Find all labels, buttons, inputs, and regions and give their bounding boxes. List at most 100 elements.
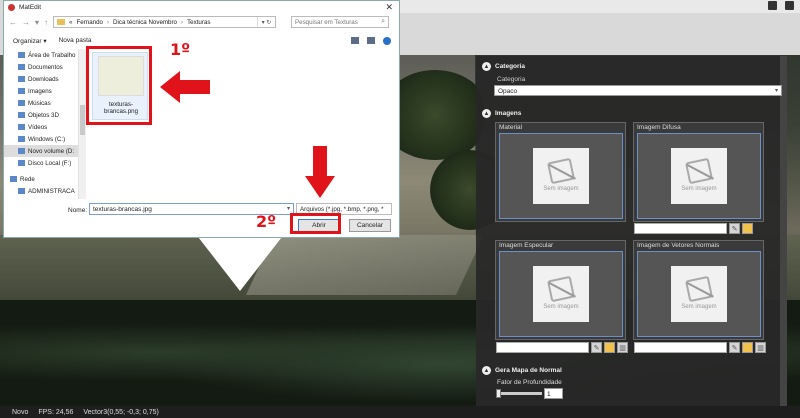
sidebar-item-images[interactable]: Imagens <box>4 85 78 97</box>
search-icon: ⌕ <box>381 18 385 25</box>
forward-arrow-icon[interactable]: → <box>22 18 30 27</box>
file-type-value: Arquivos (*.jpg, *.bmp, *.png, * <box>300 206 384 213</box>
normais-tools: ✎ ▥ <box>634 342 766 353</box>
cancel-button[interactable]: Cancelar <box>349 219 391 232</box>
step-2-label: 2º <box>256 212 277 231</box>
chevron-down-icon[interactable]: ▾ <box>35 18 39 27</box>
scroll-thumb[interactable] <box>80 105 85 135</box>
collapse-icon[interactable]: ▲ <box>482 366 491 375</box>
section-imagens[interactable]: ▲ Imagens <box>482 109 521 118</box>
close-icon[interactable]: ✕ <box>385 2 393 13</box>
app-icon <box>8 3 15 11</box>
step-1-label: 1º <box>170 40 191 59</box>
sidebar-item-desktop[interactable]: Área de Trabalho <box>4 49 78 61</box>
image-slot[interactable]: Sem imagem <box>637 251 761 337</box>
breadcrumb-item[interactable]: « <box>69 19 72 26</box>
trash-icon[interactable]: ▥ <box>755 342 766 353</box>
section-categoria[interactable]: ▲ Categoria <box>482 62 525 71</box>
breadcrumb-item[interactable]: Texturas <box>187 19 210 26</box>
save-icon[interactable] <box>768 1 777 10</box>
sidebar-item-computer[interactable]: ADMINISTRACA <box>4 185 78 197</box>
highlight-box-open <box>290 213 341 234</box>
sidebar-item-label: Músicas <box>28 99 51 107</box>
sidebar-item-label: Área de Trabalho <box>28 51 76 59</box>
image-path-field[interactable] <box>634 342 727 353</box>
breadcrumb-item[interactable]: Fernando <box>76 19 103 26</box>
sidebar-item-label: Windows (C:) <box>28 135 66 143</box>
depth-factor-value[interactable]: 1 <box>544 388 563 399</box>
arrow-left-icon <box>160 71 210 103</box>
section-title: Categoria <box>495 63 525 70</box>
image-slot[interactable]: Sem imagem <box>637 133 761 219</box>
cube-icon <box>18 112 25 118</box>
folder-icon[interactable] <box>742 342 753 353</box>
section-normal-map[interactable]: ▲ Gera Mapa de Normal <box>482 366 562 375</box>
chevron-right-icon: › <box>106 18 110 26</box>
no-image-icon <box>546 157 576 185</box>
sidebar-item-label: ADMINISTRACA <box>28 187 75 195</box>
trash-icon[interactable]: ▥ <box>617 342 628 353</box>
music-icon <box>18 100 25 106</box>
back-arrow-icon[interactable]: ← <box>9 18 17 27</box>
image-box-material: Material Sem imagem <box>495 122 626 222</box>
panel-scrollbar[interactable] <box>780 56 787 406</box>
pick-icon[interactable]: ✎ <box>591 342 602 353</box>
image-path-field[interactable] <box>496 342 589 353</box>
dialog-title: MatEdit <box>19 3 42 11</box>
navigation-pane: Área de Trabalho Documentos Downloads Im… <box>4 49 78 199</box>
no-image-text: Sem imagem <box>543 304 579 310</box>
computer-icon <box>18 188 25 194</box>
sidebar-item-3d-objects[interactable]: Objetos 3D <box>4 109 78 121</box>
image-slot[interactable]: Sem imagem <box>499 251 623 337</box>
image-path-field[interactable] <box>634 223 727 234</box>
sidebar-item-label: Objetos 3D <box>28 111 59 119</box>
folder-icon <box>57 19 66 25</box>
sidebar-item-drive-d[interactable]: Novo volume (D: <box>4 145 78 157</box>
slider-thumb[interactable] <box>496 389 501 398</box>
image-slot[interactable]: Sem imagem <box>499 133 623 219</box>
drive-icon <box>18 136 25 142</box>
breadcrumb-item[interactable]: Dica técnica Novembro <box>113 19 177 26</box>
address-bar[interactable]: « Fernando › Dica técnica Novembro › Tex… <box>53 16 277 28</box>
image-box-normais: Imagem de Vetores Normais Sem imagem <box>633 240 764 340</box>
section-title: Gera Mapa de Normal <box>495 367 562 374</box>
sidebar-item-videos[interactable]: Vídeos <box>4 121 78 133</box>
collapse-icon[interactable]: ▲ <box>482 62 491 71</box>
view-mode-icon[interactable] <box>351 37 359 44</box>
organize-button[interactable]: Organizar ▾ <box>13 37 47 45</box>
sidebar-item-drive-c[interactable]: Windows (C:) <box>4 133 78 145</box>
chevron-down-icon[interactable]: ▾ <box>287 205 290 212</box>
sidebar-item-drive-f[interactable]: Disco Local (F:) <box>4 157 78 169</box>
collapse-icon[interactable]: ▲ <box>482 109 491 118</box>
navigation-scrollbar[interactable] <box>78 49 86 199</box>
app-title-bar <box>400 0 800 13</box>
chevron-right-icon: › <box>181 18 184 26</box>
download-icon <box>18 76 25 82</box>
new-folder-button[interactable]: Nova pasta <box>59 37 92 44</box>
search-input[interactable]: Pesquisar em Texturas ⌕ <box>291 16 389 28</box>
no-image-placeholder: Sem imagem <box>671 266 727 322</box>
preview-pane-icon[interactable] <box>367 37 375 44</box>
no-image-text: Sem imagem <box>681 304 717 310</box>
refresh-icon[interactable]: ▾ ↻ <box>257 17 275 27</box>
pick-icon[interactable]: ✎ <box>729 223 740 234</box>
folder-icon[interactable] <box>604 342 615 353</box>
document-icon <box>18 64 25 70</box>
sidebar-item-documents[interactable]: Documentos <box>4 61 78 73</box>
up-arrow-icon[interactable]: ↑ <box>44 18 48 27</box>
status-bar: Novo FPS: 24,56 Vector3(0,55; -0,3; 0,75… <box>0 406 800 418</box>
depth-factor-slider[interactable] <box>496 389 542 398</box>
sidebar-item-downloads[interactable]: Downloads <box>4 73 78 85</box>
folder-icon[interactable] <box>742 223 753 234</box>
desktop-icon <box>18 52 25 58</box>
image-box-title: Imagem Especular <box>499 242 554 249</box>
no-image-text: Sem imagem <box>681 186 717 192</box>
help-icon[interactable] <box>383 37 391 45</box>
sidebar-item-label: Rede <box>20 175 35 183</box>
sidebar-item-music[interactable]: Músicas <box>4 97 78 109</box>
categoria-select[interactable]: Opaco ▾ <box>494 85 782 96</box>
pick-icon[interactable]: ✎ <box>729 342 740 353</box>
no-image-placeholder: Sem imagem <box>533 148 589 204</box>
close-icon[interactable] <box>785 1 794 10</box>
sidebar-item-network[interactable]: Rede <box>4 173 78 185</box>
